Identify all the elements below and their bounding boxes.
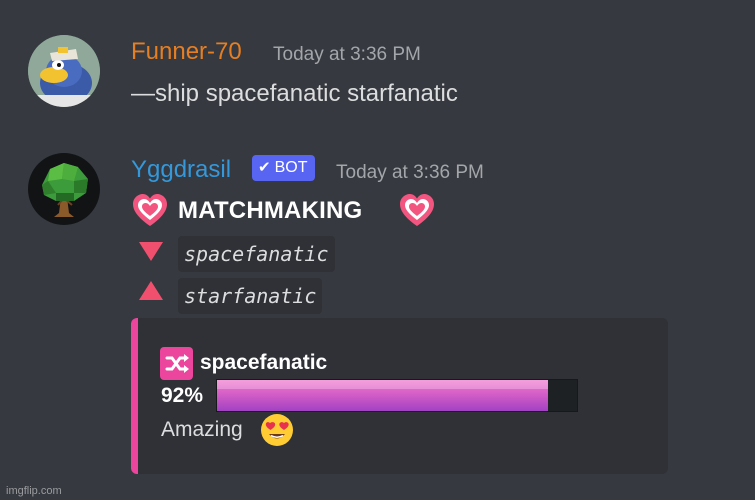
bot-tag-label: BOT bbox=[274, 159, 308, 176]
timestamp: Today at 3:36 PM bbox=[273, 44, 421, 65]
match-embed: spacefanatic 92% Amazing bbox=[131, 318, 668, 474]
user-code-starfanatic: starfanatic bbox=[178, 278, 323, 314]
user-code-spacefanatic: spacefanatic bbox=[178, 236, 335, 272]
heart-icon bbox=[400, 194, 434, 226]
bot-tag: ✔ BOT bbox=[252, 155, 316, 181]
match-progress-shine bbox=[217, 380, 549, 390]
username[interactable]: Yggdrasil bbox=[131, 156, 231, 184]
triangle-up-icon bbox=[139, 281, 163, 300]
shuffle-icon bbox=[160, 347, 193, 380]
message-content: —ship spacefanatic starfanatic bbox=[131, 80, 458, 107]
match-percent: 92% bbox=[161, 384, 204, 407]
user-avatar[interactable] bbox=[28, 35, 100, 107]
bot-avatar[interactable] bbox=[28, 153, 100, 225]
matchmaking-title: MATCHMAKING bbox=[178, 197, 363, 224]
tree-avatar-icon bbox=[28, 153, 100, 225]
watermark: imgflip.com bbox=[6, 485, 62, 497]
embed-accent-bar bbox=[131, 318, 138, 474]
triangle-down-icon bbox=[139, 242, 163, 261]
timestamp: Today at 3:36 PM bbox=[336, 162, 484, 183]
embed-title: spacefanatic bbox=[200, 351, 328, 374]
verified-check-icon: ✔ bbox=[258, 159, 271, 176]
heart-eyes-emoji-icon bbox=[261, 414, 293, 446]
penguin-avatar-icon bbox=[28, 35, 100, 107]
heart-icon bbox=[133, 194, 167, 226]
match-progress-bar bbox=[216, 379, 578, 412]
username[interactable]: Funner-70 bbox=[131, 38, 242, 66]
match-verdict: Amazing bbox=[161, 418, 243, 441]
